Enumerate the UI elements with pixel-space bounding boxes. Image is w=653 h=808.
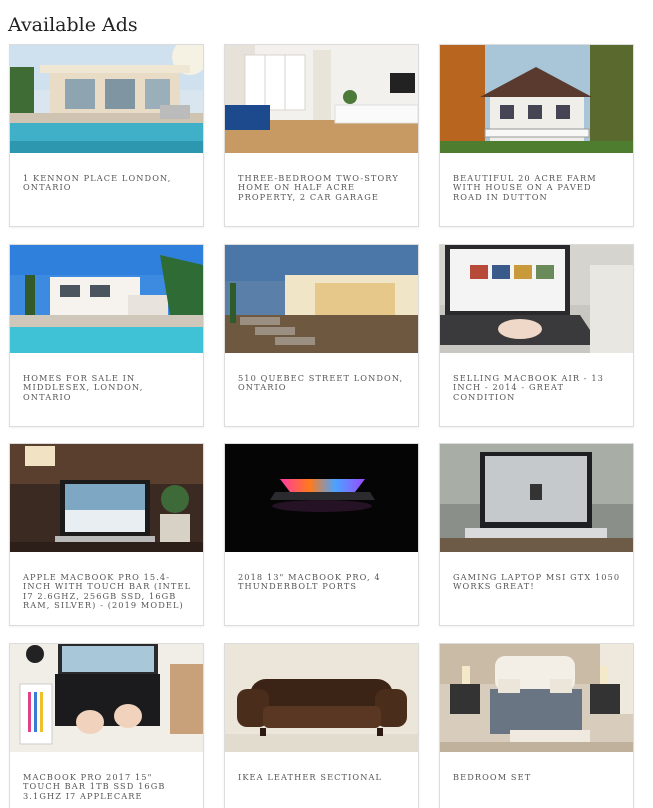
ad-title[interactable]: Apple MacBook Pro 15.4-inch with Touch B… <box>23 572 193 611</box>
ad-card[interactable]: Macbook pro 2017 15" Touch Bar 1TB SSD 1… <box>9 643 204 808</box>
ad-image-leather-sofa[interactable] <box>225 644 418 752</box>
ad-title[interactable]: 510 Quebec Street London, Ontario <box>238 373 408 393</box>
ad-image-macbook-air[interactable] <box>440 245 633 353</box>
ad-title[interactable]: Macbook pro 2017 15" Touch Bar 1TB SSD 1… <box>23 772 193 801</box>
ad-card[interactable]: Three-bedroom two-story home on half acr… <box>224 44 419 227</box>
ad-card[interactable]: Gaming Laptop MSI GTX 1050 works great! <box>439 443 634 626</box>
ad-image-living-room[interactable] <box>225 45 418 153</box>
ad-image-gaming-laptop[interactable] <box>440 444 633 552</box>
ad-card[interactable]: 2018 13" MacBook Pro, 4 Thunderbolt port… <box>224 443 419 626</box>
ad-image-patio-lounge[interactable] <box>225 245 418 353</box>
ad-title[interactable]: Selling MacBook Air - 13 inch - 2014 - G… <box>453 373 623 402</box>
ad-title[interactable]: 2018 13" MacBook Pro, 4 Thunderbolt port… <box>238 572 408 592</box>
ad-title[interactable]: Beautiful 20 acre farm with house on a p… <box>453 173 623 202</box>
ad-image-farm-house[interactable] <box>440 45 633 153</box>
ad-card[interactable]: Ikea Leather Sectional <box>224 643 419 808</box>
page-title: Available Ads <box>8 14 138 36</box>
ad-image-macbook-pro-typing[interactable] <box>10 644 203 752</box>
ad-card[interactable]: Selling MacBook Air - 13 inch - 2014 - G… <box>439 244 634 427</box>
ad-card[interactable]: Bedroom Set <box>439 643 634 808</box>
ad-card[interactable]: Homes for sale in Middlesex, London, Ont… <box>9 244 204 427</box>
ad-image-bedroom-set[interactable] <box>440 644 633 752</box>
ad-title[interactable]: Homes for sale in Middlesex, London, Ont… <box>23 373 193 402</box>
ad-title[interactable]: 1 Kennon Place London, Ontario <box>23 173 193 193</box>
ad-title[interactable]: Ikea Leather Sectional <box>238 772 408 782</box>
ad-card[interactable]: 510 Quebec Street London, Ontario <box>224 244 419 427</box>
ad-image-macbook-glow[interactable] <box>225 444 418 552</box>
ad-card[interactable]: 1 Kennon Place London, Ontario <box>9 44 204 227</box>
ad-title[interactable]: Three-bedroom two-story home on half acr… <box>238 173 408 202</box>
ad-title[interactable]: Gaming Laptop MSI GTX 1050 works great! <box>453 572 623 592</box>
ad-image-macbook-pro-desk[interactable] <box>10 444 203 552</box>
ad-card[interactable]: Beautiful 20 acre farm with house on a p… <box>439 44 634 227</box>
ad-card[interactable]: Apple MacBook Pro 15.4-inch with Touch B… <box>9 443 204 626</box>
ad-image-modern-pool-home[interactable] <box>10 245 203 353</box>
ad-title[interactable]: Bedroom Set <box>453 772 623 782</box>
ad-image-pool-house[interactable] <box>10 45 203 153</box>
